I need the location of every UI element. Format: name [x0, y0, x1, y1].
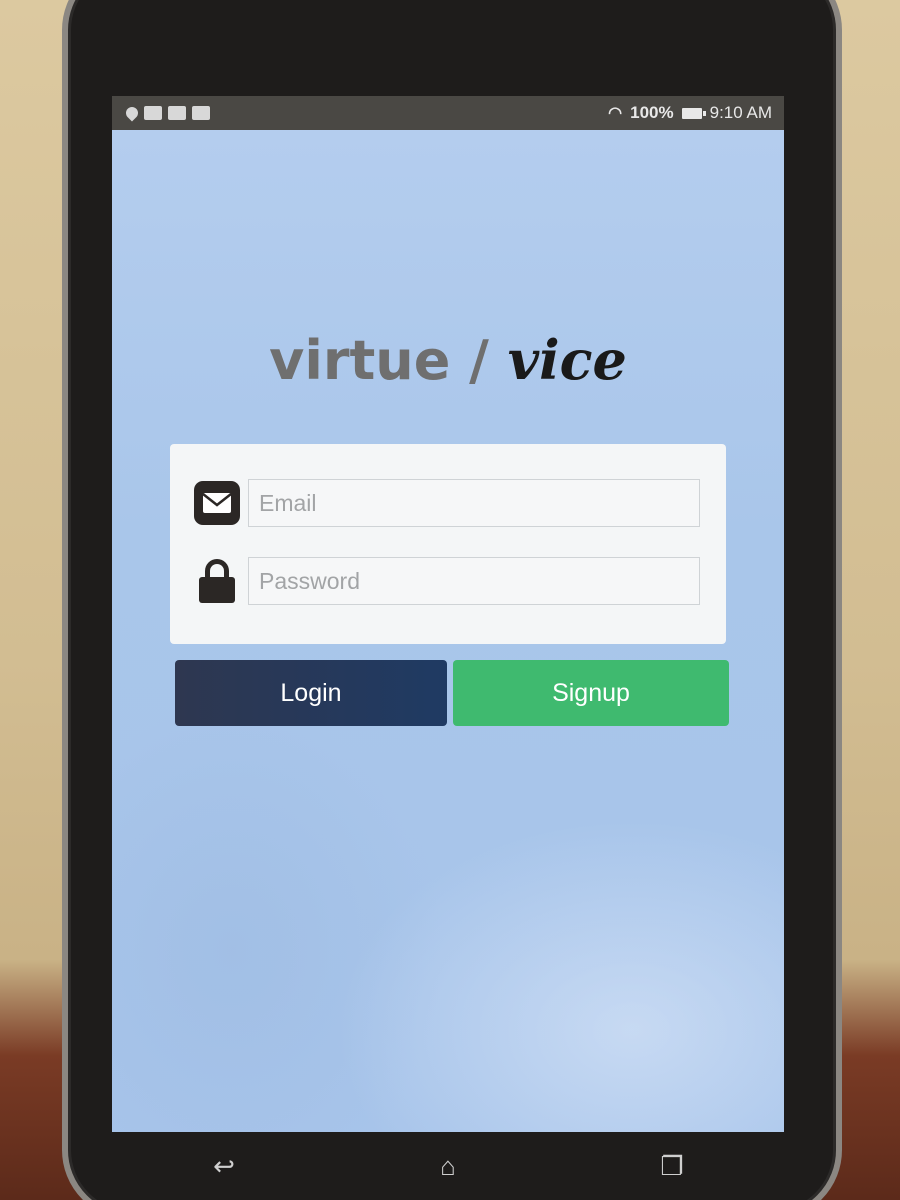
notification-icons [123, 104, 210, 122]
home-icon[interactable]: ⌂ [418, 1141, 478, 1191]
title-separator: / [450, 329, 508, 392]
email-input[interactable] [248, 479, 700, 527]
title-vice: vice [507, 328, 627, 392]
phone-screen: ◠ 100% 9:10 AM virtue / vice Email Login… [112, 96, 784, 1132]
clock: 9:10 AM [709, 103, 772, 122]
signup-button[interactable]: Signup [453, 660, 729, 726]
system-status: ◠ 100% 9:10 AM [608, 103, 772, 123]
login-form-card [170, 444, 726, 644]
gallery-icon [192, 106, 210, 120]
title-virtue: virtue [269, 329, 451, 392]
app-title: virtue / vice [112, 328, 784, 392]
lock-icon [192, 556, 242, 606]
photo-scene: ◠ 100% 9:10 AM virtue / vice Email Login… [0, 0, 900, 1200]
password-row [192, 556, 700, 606]
android-nav-bar: ↩ ⌂ ❐ [112, 1132, 784, 1200]
envelope-icon [194, 481, 240, 525]
gmail-icon [144, 106, 162, 120]
email-icon [192, 478, 242, 528]
gmail-icon [168, 106, 186, 120]
password-input[interactable] [248, 557, 700, 605]
battery-percent: 100% [630, 103, 674, 122]
login-button[interactable]: Login [175, 660, 447, 726]
back-icon[interactable]: ↩ [194, 1141, 254, 1191]
recent-apps-icon[interactable]: ❐ [642, 1141, 702, 1191]
email-row [192, 478, 700, 528]
location-icon [123, 104, 141, 122]
status-bar: ◠ 100% 9:10 AM [112, 96, 784, 130]
wifi-icon: ◠ [608, 105, 623, 122]
battery-icon [681, 107, 706, 119]
